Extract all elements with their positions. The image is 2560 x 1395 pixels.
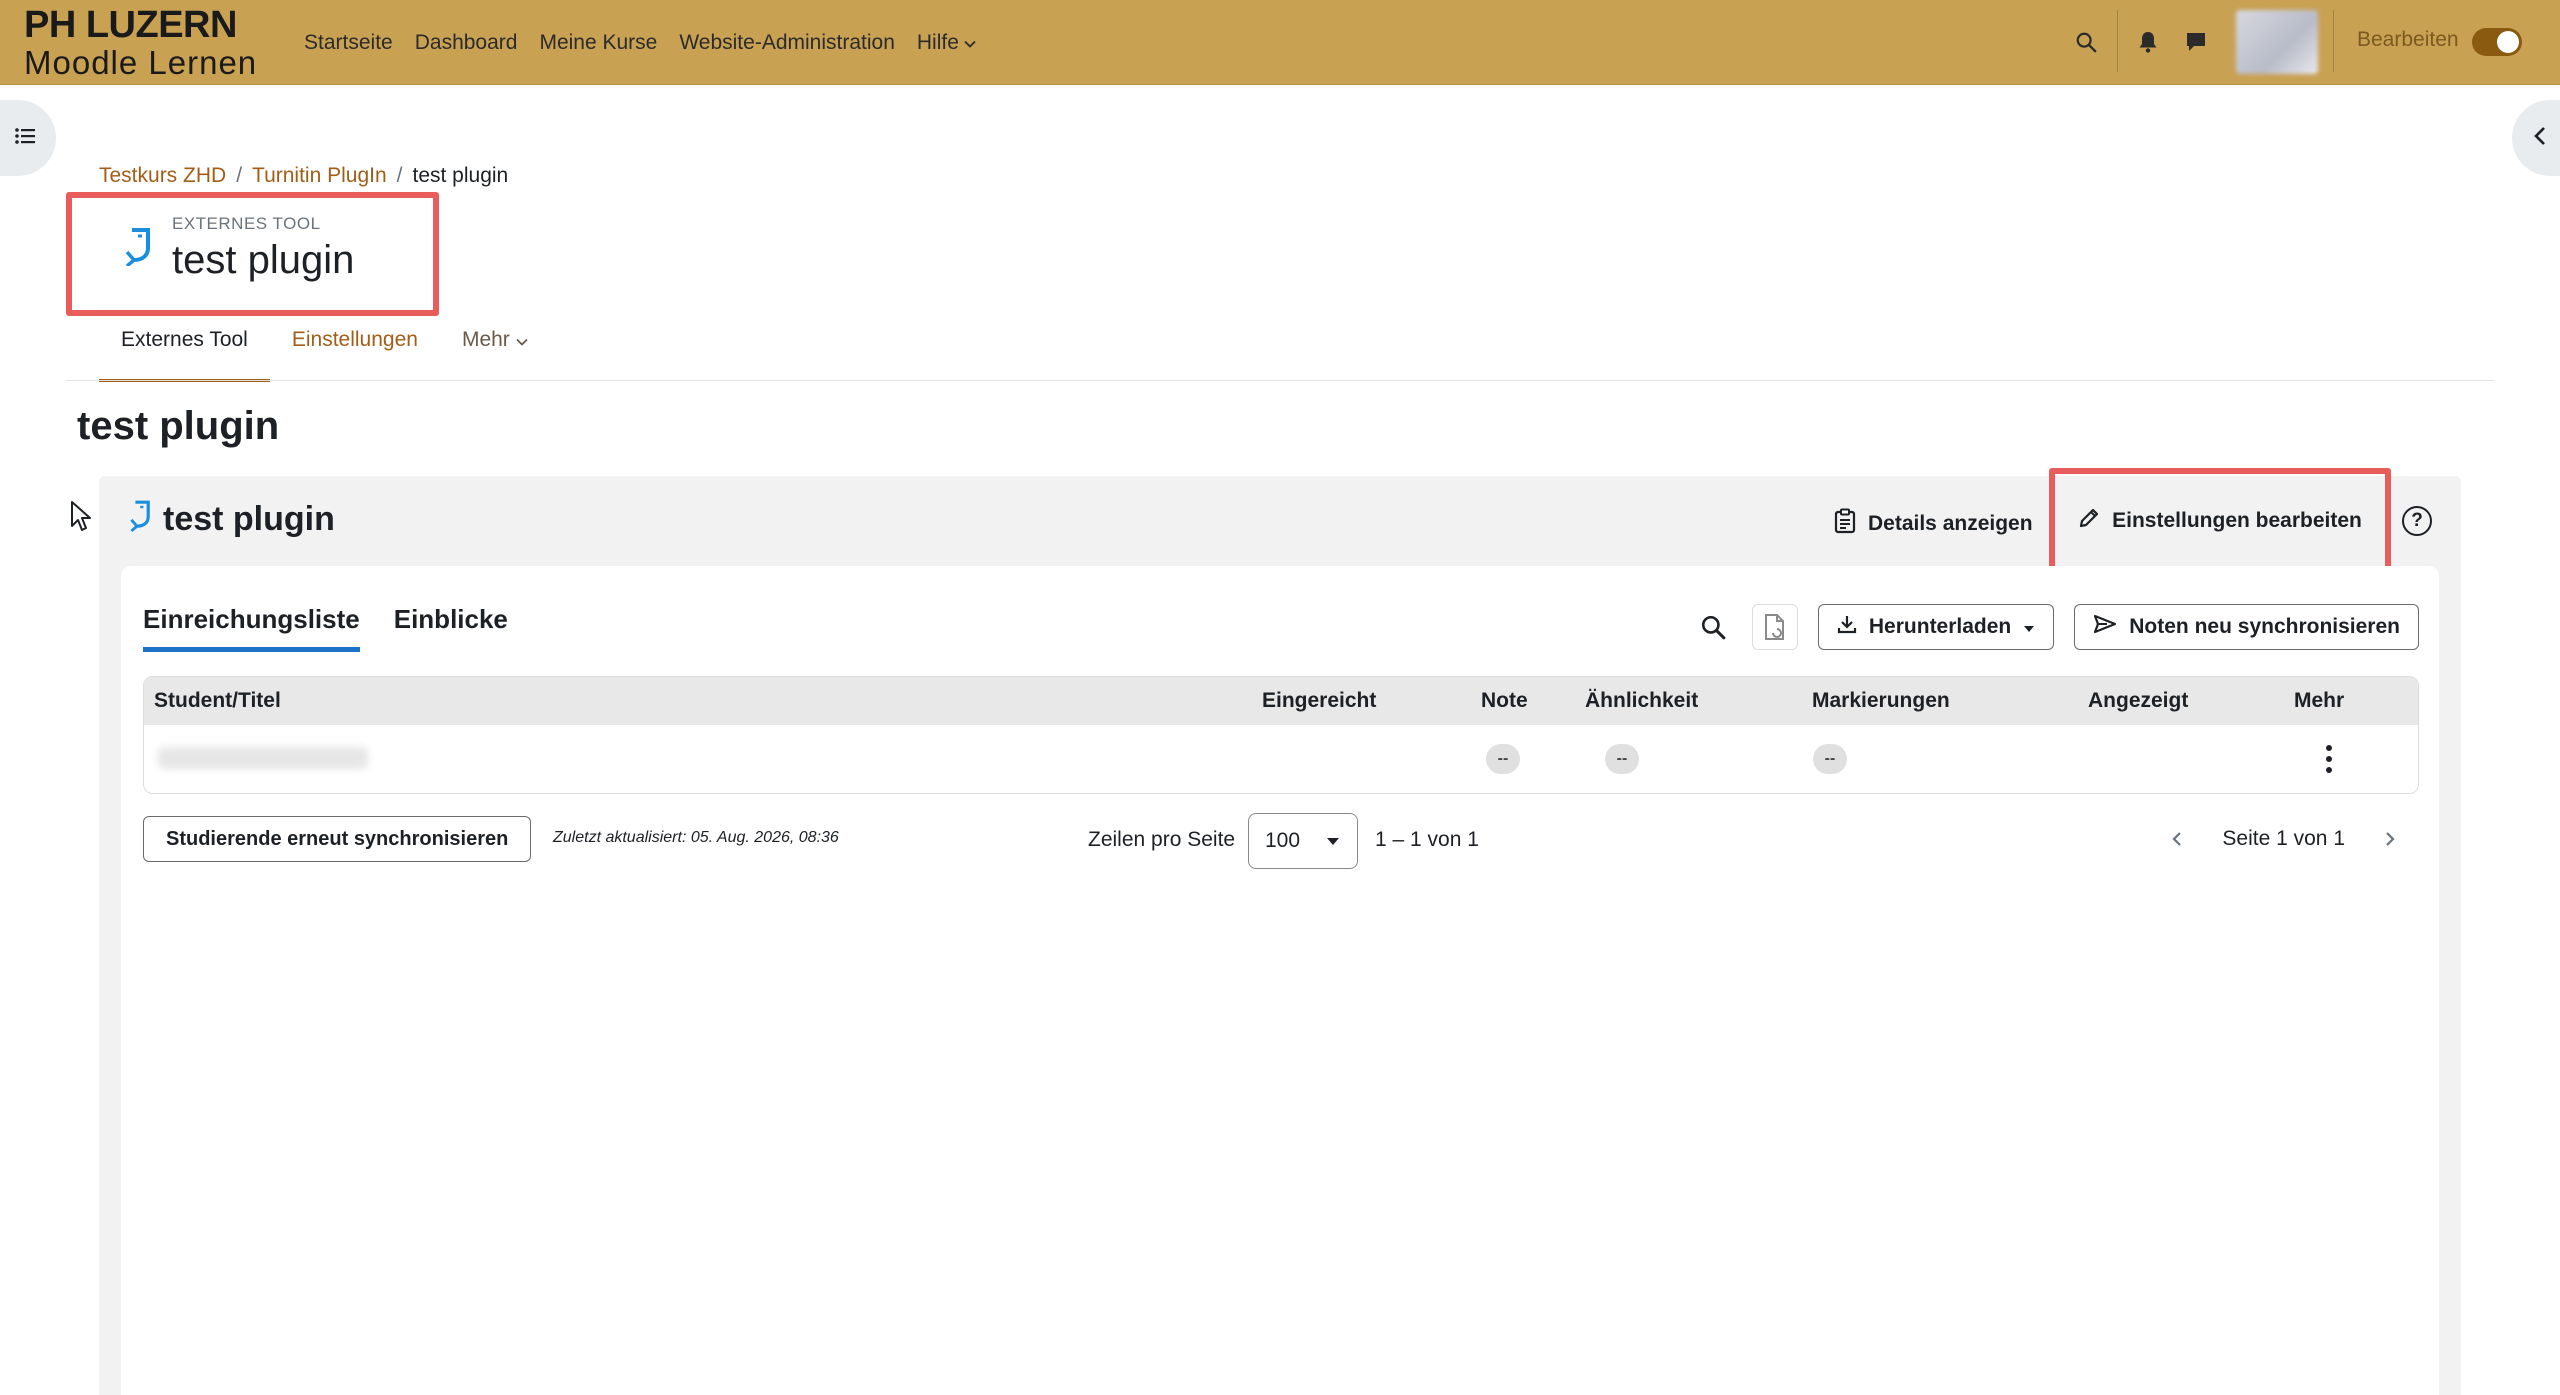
tab-mehr[interactable]: Mehr <box>440 320 550 382</box>
file-sync-icon[interactable] <box>1751 604 1798 650</box>
details-button[interactable]: Details anzeigen <box>1834 508 2033 540</box>
caret-down-icon <box>2023 615 2035 639</box>
grade-badge[interactable]: -- <box>1486 744 1520 774</box>
table-header: Student/Titel Eingereicht Note Ähnlichke… <box>144 677 2418 725</box>
column-header-more: Mehr <box>2294 689 2345 712</box>
search-icon[interactable] <box>2070 26 2102 58</box>
nav-item-meine-kurse[interactable]: Meine Kurse <box>539 31 657 55</box>
tab-mehr-label: Mehr <box>461 328 510 351</box>
nav-item-hilfe-label: Hilfe <box>916 30 959 54</box>
navbar-divider <box>2117 10 2118 72</box>
page-pretitle: EXTERNES TOOL <box>172 214 321 233</box>
breadcrumb-separator: / <box>396 164 403 187</box>
breadcrumb-item-section[interactable]: Turnitin PlugIn <box>252 164 387 188</box>
tab-externes-tool[interactable]: Externes Tool <box>99 320 270 382</box>
tab-einstellungen[interactable]: Einstellungen <box>270 320 440 382</box>
messages-icon[interactable] <box>2180 26 2212 58</box>
column-header-grade[interactable]: Note <box>1481 689 1528 713</box>
nav-item-hilfe[interactable]: Hilfe <box>917 31 976 55</box>
send-icon <box>2093 614 2117 640</box>
block-drawer-toggle[interactable] <box>2512 100 2560 176</box>
sync-grades-button[interactable]: Noten neu synchronisieren <box>2074 604 2419 650</box>
chevron-left-icon <box>2534 126 2546 151</box>
chevron-down-icon <box>964 35 976 51</box>
breadcrumb: Testkurs ZHD / Turnitin PlugIn / test pl… <box>99 164 508 188</box>
table-toolbar: Herunterladen Noten neu synchronisieren <box>1690 604 2419 650</box>
nav-item-dashboard[interactable]: Dashboard <box>415 31 518 55</box>
primary-navigation: Startseite Dashboard Meine Kurse Website… <box>304 0 998 85</box>
chevron-left-icon[interactable] <box>2162 824 2192 854</box>
clipboard-icon <box>1834 508 1856 540</box>
tab-einreichungsliste[interactable]: Einreichungsliste <box>143 604 360 652</box>
similarity-badge[interactable]: -- <box>1605 744 1639 774</box>
course-index-toggle[interactable] <box>0 100 56 176</box>
site-logo[interactable]: PH LUZERN Moodle Lernen <box>24 6 257 79</box>
breadcrumb-item-current: test plugin <box>412 164 509 187</box>
list-icon <box>15 127 35 149</box>
last-updated-text: Zuletzt aktualisiert: 05. Aug. 2026, 08:… <box>553 829 839 846</box>
breadcrumb-item-course[interactable]: Testkurs ZHD <box>99 164 226 188</box>
rows-per-page-value: 100 <box>1265 829 1301 852</box>
edit-mode-toggle[interactable] <box>2472 28 2522 56</box>
panel-title: test plugin <box>129 498 335 541</box>
turnitin-panel: test plugin Details anzeigen Einstellung… <box>99 468 2461 1395</box>
chevron-right-icon[interactable] <box>2375 824 2405 854</box>
help-icon[interactable]: ? <box>2402 506 2432 536</box>
brand-title: PH LUZERN <box>24 4 237 46</box>
rows-per-page-select[interactable]: 100 <box>1248 813 1358 869</box>
secondary-nav-divider <box>66 380 2494 381</box>
panel-tabs: Einreichungsliste Einblicke <box>143 604 508 652</box>
sync-grades-label: Noten neu synchronisieren <box>2129 615 2400 638</box>
more-options-icon[interactable] <box>2319 745 2339 773</box>
pencil-icon <box>2078 507 2100 535</box>
breadcrumb-separator: / <box>236 164 243 187</box>
tab-einblicke[interactable]: Einblicke <box>394 604 508 652</box>
table-row: -- -- -- <box>144 725 2418 793</box>
page-title: test plugin <box>172 238 355 282</box>
panel-title-text: test plugin <box>163 500 335 538</box>
nav-item-startseite[interactable]: Startseite <box>304 31 393 55</box>
external-tool-icon <box>129 498 153 541</box>
column-header-flags[interactable]: Markierungen <box>1812 689 1950 713</box>
pagination-range: 1 – 1 von 1 <box>1375 828 1479 851</box>
caret-down-icon <box>1327 838 1339 845</box>
nav-item-website-administration[interactable]: Website-Administration <box>679 31 895 55</box>
search-icon[interactable] <box>1690 604 1736 650</box>
page-header-highlight: EXTERNES TOOL test plugin <box>66 192 439 316</box>
table-footer: Studierende erneut synchronisieren Zulet… <box>143 813 2419 869</box>
top-navbar: PH LUZERN Moodle Lernen Startseite Dashb… <box>0 0 2560 85</box>
download-icon <box>1837 614 1857 640</box>
content-heading: test plugin <box>77 404 280 448</box>
column-header-similarity[interactable]: Ähnlichkeit <box>1585 689 1698 713</box>
details-button-label: Details anzeigen <box>1868 512 2033 535</box>
download-button[interactable]: Herunterladen <box>1817 604 2055 650</box>
page-indicator: Seite 1 von 1 <box>2222 827 2345 850</box>
edit-settings-button[interactable]: Einstellungen bearbeiten <box>2049 468 2391 574</box>
submission-card: Einreichungsliste Einblicke Herunterlade… <box>121 566 2439 1395</box>
edit-mode-label: Bearbeiten <box>2357 28 2459 51</box>
pagination: Seite 1 von 1 <box>2162 816 2405 862</box>
secondary-navigation: Externes Tool Einstellungen Mehr <box>99 320 550 382</box>
download-button-label: Herunterladen <box>1868 615 2012 638</box>
bell-icon[interactable] <box>2132 26 2164 58</box>
navbar-divider <box>2333 10 2334 72</box>
rows-per-page-label: Zeilen pro Seite <box>1088 828 1236 851</box>
flags-badge[interactable]: -- <box>1813 744 1847 774</box>
chevron-down-icon <box>516 328 528 351</box>
resync-students-button[interactable]: Studierende erneut synchronisieren <box>143 816 532 862</box>
column-header-submitted[interactable]: Eingereicht <box>1262 689 1376 713</box>
avatar[interactable] <box>2236 10 2318 74</box>
mouse-cursor-icon <box>70 500 92 537</box>
edit-settings-label: Einstellungen bearbeiten <box>2112 509 2362 532</box>
submission-table: Student/Titel Eingereicht Note Ähnlichke… <box>143 676 2419 794</box>
column-header-student[interactable]: Student/Titel <box>154 689 281 713</box>
column-header-viewed[interactable]: Angezeigt <box>2088 689 2188 713</box>
student-name-blurred[interactable] <box>158 747 368 769</box>
brand-subtitle: Moodle Lernen <box>24 44 258 81</box>
external-tool-icon <box>124 226 154 271</box>
